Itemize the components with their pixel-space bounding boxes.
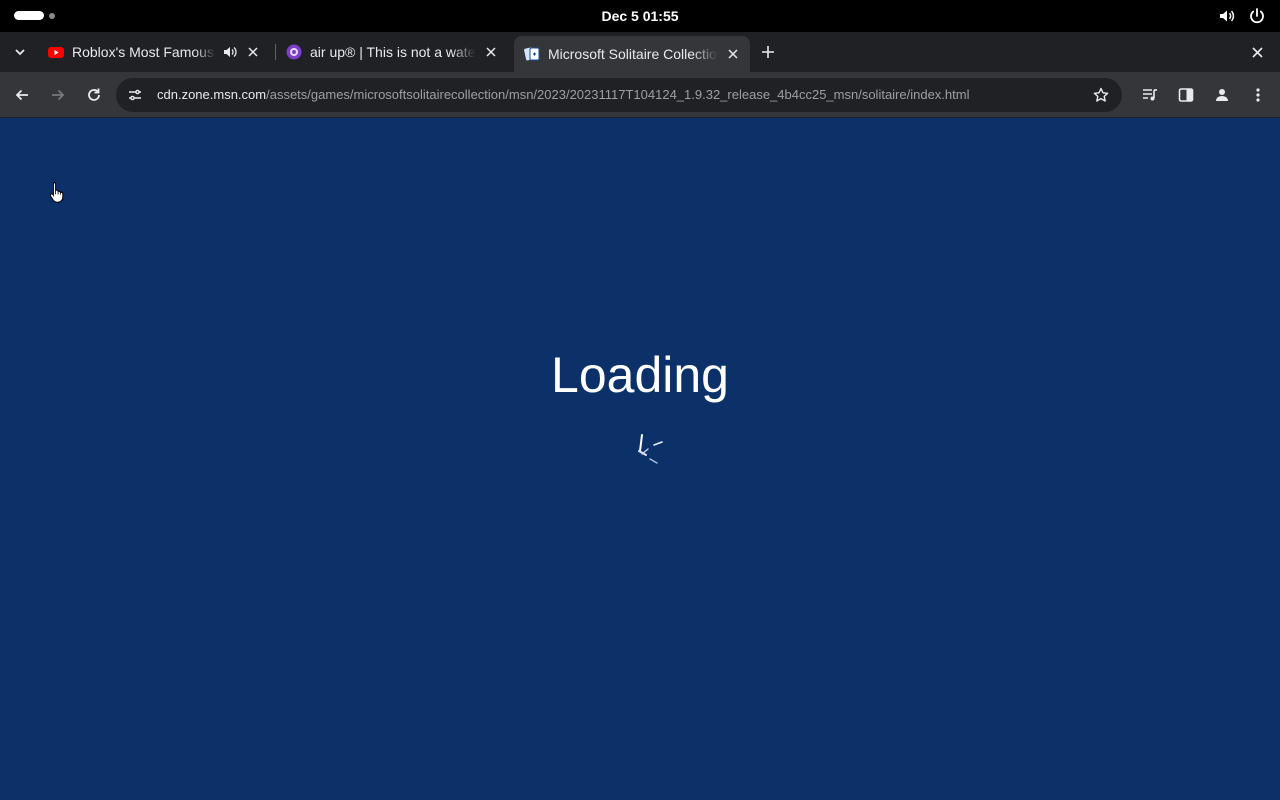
person-icon bbox=[1216, 89, 1228, 101]
more-vertical-icon bbox=[1256, 88, 1260, 102]
address-bar[interactable]: cdn.zone.msn.com/assets/games/microsofts… bbox=[116, 78, 1122, 112]
browser-tab-strip: Roblox's Most Famous air up® | This is n… bbox=[0, 32, 1280, 72]
youtube-icon bbox=[48, 47, 64, 58]
chevron-down-icon bbox=[15, 49, 25, 56]
reload-icon bbox=[88, 88, 100, 101]
close-icon bbox=[728, 49, 738, 59]
solitaire-icon bbox=[524, 47, 540, 61]
close-icon bbox=[1251, 46, 1263, 58]
forward-button[interactable] bbox=[46, 83, 70, 107]
back-button[interactable] bbox=[10, 83, 34, 107]
plus-icon bbox=[762, 46, 774, 58]
window-close-button[interactable] bbox=[1246, 41, 1268, 63]
tab-title: Roblox's Most Famous bbox=[72, 44, 214, 60]
hand-cursor-icon bbox=[49, 182, 64, 203]
loading-spinner-icon bbox=[638, 434, 663, 464]
url-text[interactable]: cdn.zone.msn.com/assets/games/microsofts… bbox=[157, 78, 1057, 112]
reload-button[interactable] bbox=[82, 83, 106, 107]
tab-airup[interactable]: air up® | This is not a water bbox=[276, 36, 508, 68]
tab-solitaire[interactable]: Microsoft Solitaire Collection bbox=[514, 36, 750, 72]
volume-icon[interactable] bbox=[1218, 7, 1236, 25]
power-icon[interactable] bbox=[1248, 7, 1266, 25]
system-tray[interactable] bbox=[1218, 7, 1266, 25]
site-info-button[interactable] bbox=[126, 86, 144, 104]
arrow-right-icon bbox=[52, 89, 65, 101]
media-controls-button[interactable] bbox=[1138, 83, 1162, 107]
page-content: Loading bbox=[0, 119, 1280, 800]
new-tab-button[interactable] bbox=[756, 40, 780, 64]
url-host: cdn.zone.msn.com bbox=[157, 87, 267, 102]
star-icon bbox=[1093, 87, 1109, 102]
tune-icon bbox=[129, 89, 141, 101]
tab-roblox[interactable]: Roblox's Most Famous bbox=[38, 36, 270, 68]
system-clock[interactable]: Dec 5 01:55 bbox=[0, 0, 1280, 32]
audio-playing-icon[interactable] bbox=[222, 44, 238, 60]
profile-button[interactable] bbox=[1210, 83, 1234, 107]
tab-close-button[interactable] bbox=[724, 45, 742, 63]
tab-close-button[interactable] bbox=[482, 43, 500, 61]
side-panel-button[interactable] bbox=[1174, 83, 1198, 107]
tab-title: air up® | This is not a water bbox=[310, 44, 476, 60]
loading-text: Loading bbox=[551, 347, 729, 403]
close-icon bbox=[248, 47, 258, 57]
tab-title: Microsoft Solitaire Collection bbox=[548, 46, 718, 62]
system-top-bar: Dec 5 01:55 bbox=[0, 0, 1280, 32]
arrow-left-icon bbox=[15, 89, 28, 101]
tab-search-button[interactable] bbox=[8, 40, 32, 64]
menu-button[interactable] bbox=[1246, 83, 1270, 107]
side-panel-icon bbox=[1178, 88, 1194, 102]
browser-toolbar: cdn.zone.msn.com/assets/games/microsofts… bbox=[0, 72, 1280, 118]
airup-icon bbox=[286, 44, 302, 60]
bookmark-button[interactable] bbox=[1092, 86, 1110, 104]
queue-music-icon bbox=[1143, 89, 1157, 101]
close-icon bbox=[486, 47, 496, 57]
url-path: /assets/games/microsoftsolitairecollecti… bbox=[266, 87, 970, 102]
tab-close-button[interactable] bbox=[244, 43, 262, 61]
